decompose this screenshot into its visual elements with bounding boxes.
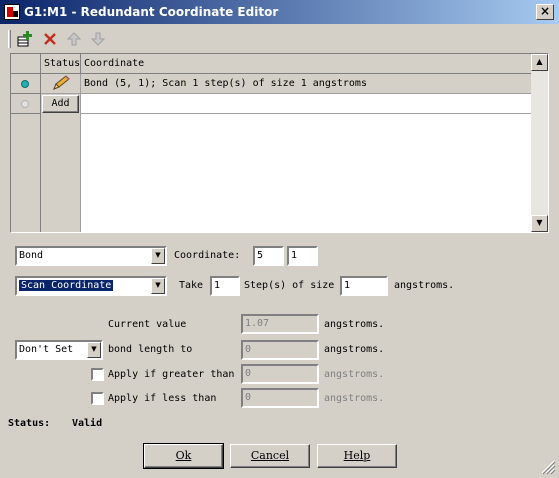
coordinate-column-header[interactable]: Coordinate (81, 54, 531, 74)
apply-greater-label: Apply if greater than (108, 369, 235, 380)
help-button-label: Help (343, 449, 371, 462)
coordinate-type-select[interactable]: Bond ▼ (15, 246, 167, 266)
apply-less-field[interactable]: 0 (241, 388, 319, 408)
bond-length-units: angstroms. (324, 344, 385, 355)
apply-greater-units: angstroms. (324, 369, 385, 380)
coordinate-type-value: Bond (19, 250, 44, 261)
grid-corner (11, 54, 41, 74)
status-value: Valid (72, 418, 103, 429)
bond-length-field[interactable]: 0 (241, 340, 319, 360)
ok-button[interactable]: Ok (143, 443, 224, 469)
current-value-field: 1.07 (241, 314, 319, 334)
delete-x-icon[interactable] (40, 29, 60, 49)
current-value-label: Current value (108, 319, 187, 330)
chevron-down-icon[interactable]: ▼ (151, 278, 165, 294)
apply-less-label: Apply if less than (108, 393, 217, 404)
scroll-down-button[interactable]: ▼ (531, 215, 548, 232)
coordinate-cell[interactable]: Bond (5, 1); Scan 1 step(s) of size 1 an… (81, 74, 531, 94)
add-row-icon[interactable] (16, 29, 36, 49)
arrow-down-icon[interactable] (88, 29, 108, 49)
toolbar (8, 28, 128, 50)
close-button[interactable]: × (536, 4, 554, 20)
apply-greater-checkbox[interactable] (91, 368, 104, 381)
row-status-dot (21, 100, 29, 108)
scan-units-label: angstroms. (394, 280, 455, 291)
chevron-down-icon[interactable]: ▼ (87, 342, 101, 358)
toolbar-grip[interactable] (8, 30, 11, 48)
scroll-up-button[interactable]: ▲ (531, 54, 548, 71)
new-coordinate-cell[interactable] (81, 94, 531, 114)
title-bar: G1:M1 - Redundant Coordinate Editor × (0, 0, 559, 24)
steps-field[interactable]: 1 (210, 276, 240, 296)
window-title: G1:M1 - Redundant Coordinate Editor (24, 5, 279, 19)
coordinate-action-select[interactable]: Scan Coordinate ▼ (15, 276, 167, 296)
status-column-header[interactable]: Status (41, 54, 81, 74)
grid-body: Status Coordinate Bond (5, 1); Scan 1 st… (11, 54, 531, 232)
add-row-icon (17, 31, 32, 47)
atom1-field[interactable]: 5 (253, 246, 284, 266)
take-label: Take (179, 280, 204, 291)
cancel-button-label: Cancel (250, 449, 290, 462)
set-mode-select[interactable]: Don't Set ▼ (15, 340, 103, 360)
vertical-scrollbar[interactable]: ▲ ▼ (531, 54, 548, 232)
help-button[interactable]: Help (317, 444, 397, 468)
add-row-button[interactable]: Add (42, 95, 79, 113)
coordinate-action-value: Scan Coordinate (19, 280, 114, 291)
edit-pencil-icon[interactable] (41, 74, 81, 94)
step-size-label: Step(s) of size (244, 280, 335, 291)
set-mode-value: Don't Set (19, 344, 74, 355)
coordinate-grid: Status Coordinate Bond (5, 1); Scan 1 st… (10, 53, 549, 233)
bond-length-label: bond length to (108, 344, 193, 355)
row-status-dot (21, 80, 29, 88)
current-value-units: angstroms. (324, 319, 385, 330)
resize-grip-icon[interactable] (538, 457, 556, 475)
row-header-1[interactable] (11, 74, 41, 94)
ok-button-label: Ok (175, 449, 192, 462)
apply-greater-field[interactable]: 0 (241, 364, 319, 384)
row-header-add[interactable] (11, 94, 41, 114)
cancel-button[interactable]: Cancel (230, 444, 310, 468)
status-label: Status: (8, 418, 51, 429)
apply-less-checkbox[interactable] (91, 392, 104, 405)
apply-less-units: angstroms. (324, 393, 385, 404)
step-size-field[interactable]: 1 (340, 276, 388, 296)
arrow-up-icon[interactable] (64, 29, 84, 49)
app-icon (4, 4, 20, 20)
atom2-field[interactable]: 1 (287, 246, 318, 266)
chevron-down-icon[interactable]: ▼ (151, 248, 165, 264)
coordinate-label: Coordinate: (174, 250, 241, 261)
